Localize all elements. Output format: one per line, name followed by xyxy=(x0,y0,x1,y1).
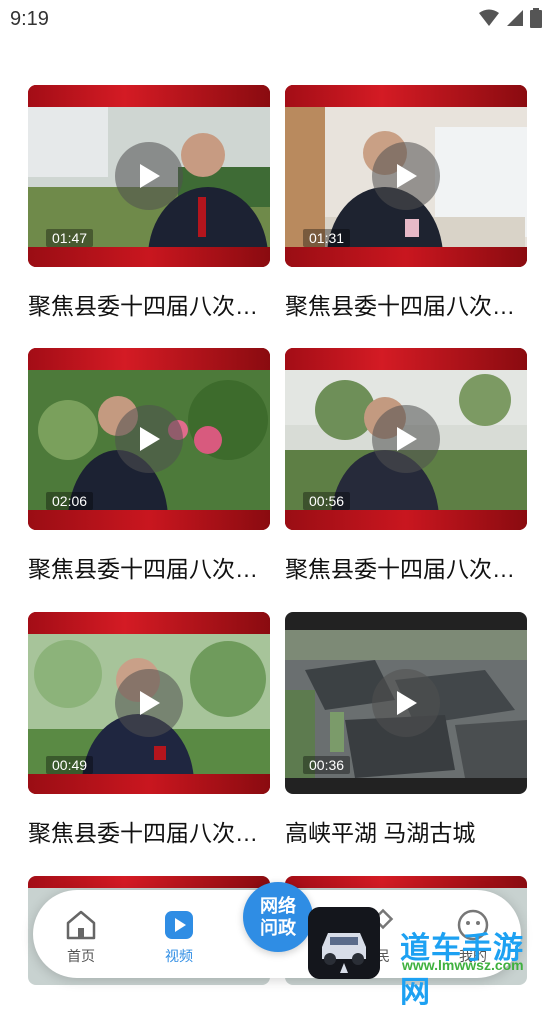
thumbnail-banner-bottom xyxy=(28,510,270,530)
video-card[interactable]: 00:56 聚焦县委十四届八次… xyxy=(285,348,527,584)
video-duration: 00:49 xyxy=(46,756,94,774)
thumbnail-banner-top xyxy=(28,612,270,634)
play-button[interactable] xyxy=(115,405,183,473)
video-card[interactable]: 01:31 聚焦县委十四届八次… xyxy=(285,85,527,321)
nav-item-video[interactable]: 视频 xyxy=(149,908,209,966)
play-icon xyxy=(140,164,160,188)
thumbnail-banner-top xyxy=(28,348,270,370)
video-card[interactable]: 01:47 聚焦县委十四届八次… xyxy=(28,85,270,321)
nav-label-home: 首页 xyxy=(67,948,95,964)
video-card[interactable]: 00:36 高峡平湖 马湖古城 xyxy=(285,612,527,848)
play-button[interactable] xyxy=(115,669,183,737)
watermark: 道车手游网 www.lmwwsz.com xyxy=(308,905,552,1010)
video-duration: 00:36 xyxy=(303,756,351,774)
play-icon xyxy=(397,691,417,715)
video-duration: 02:06 xyxy=(46,492,94,510)
video-thumbnail[interactable]: 00:36 xyxy=(285,612,527,794)
play-icon xyxy=(140,427,160,451)
video-card[interactable]: 00:49 聚焦县委十四届八次… xyxy=(28,612,270,848)
play-button[interactable] xyxy=(372,405,440,473)
nav-label-video: 视频 xyxy=(165,948,193,964)
thumbnail-banner-top xyxy=(285,85,527,107)
video-title[interactable]: 高峡平湖 马湖古城 xyxy=(285,814,527,848)
nav-item-wenzheng[interactable]: 网络 问政 xyxy=(243,882,313,952)
video-thumbnail[interactable]: 00:49 xyxy=(28,612,270,794)
video-thumbnail[interactable]: 01:31 xyxy=(285,85,527,267)
video-title[interactable]: 聚焦县委十四届八次… xyxy=(28,287,270,321)
video-duration: 01:47 xyxy=(46,229,94,247)
play-icon xyxy=(397,427,417,451)
thumbnail-banner-top xyxy=(28,876,270,888)
thumbnail-banner-top xyxy=(285,348,527,370)
video-grid: 01:47 聚焦县委十四届八次… 01:31 聚焦县委十四届八次… 02:06 … xyxy=(0,0,554,985)
video-thumbnail[interactable]: 02:06 xyxy=(28,348,270,530)
home-icon xyxy=(66,910,96,940)
thumbnail-banner-bottom xyxy=(28,247,270,267)
thumbnail-banner-top xyxy=(285,876,527,888)
video-title[interactable]: 聚焦县委十四届八次… xyxy=(285,287,527,321)
thumbnail-banner-bottom xyxy=(28,774,270,794)
video-card[interactable]: 02:06 聚焦县委十四届八次… xyxy=(28,348,270,584)
nav-item-home[interactable]: 首页 xyxy=(51,908,111,966)
video-title[interactable]: 聚焦县委十四届八次… xyxy=(285,550,527,584)
play-icon xyxy=(140,691,160,715)
watermark-url: www.lmwwsz.com xyxy=(402,957,524,973)
video-duration: 01:31 xyxy=(303,229,351,247)
video-thumbnail[interactable]: 00:56 xyxy=(285,348,527,530)
video-duration: 00:56 xyxy=(303,492,351,510)
thumbnail-banner-bottom xyxy=(285,510,527,530)
thumbnail-banner-bottom xyxy=(285,247,527,267)
play-button[interactable] xyxy=(372,142,440,210)
play-button[interactable] xyxy=(115,142,183,210)
video-icon xyxy=(165,911,193,939)
thumbnail-banner-top xyxy=(28,85,270,107)
play-icon xyxy=(397,164,417,188)
car-logo-icon xyxy=(308,907,380,979)
video-thumbnail[interactable]: 01:47 xyxy=(28,85,270,267)
play-button[interactable] xyxy=(372,669,440,737)
video-title[interactable]: 聚焦县委十四届八次… xyxy=(28,550,270,584)
video-title[interactable]: 聚焦县委十四届八次… xyxy=(28,814,270,848)
